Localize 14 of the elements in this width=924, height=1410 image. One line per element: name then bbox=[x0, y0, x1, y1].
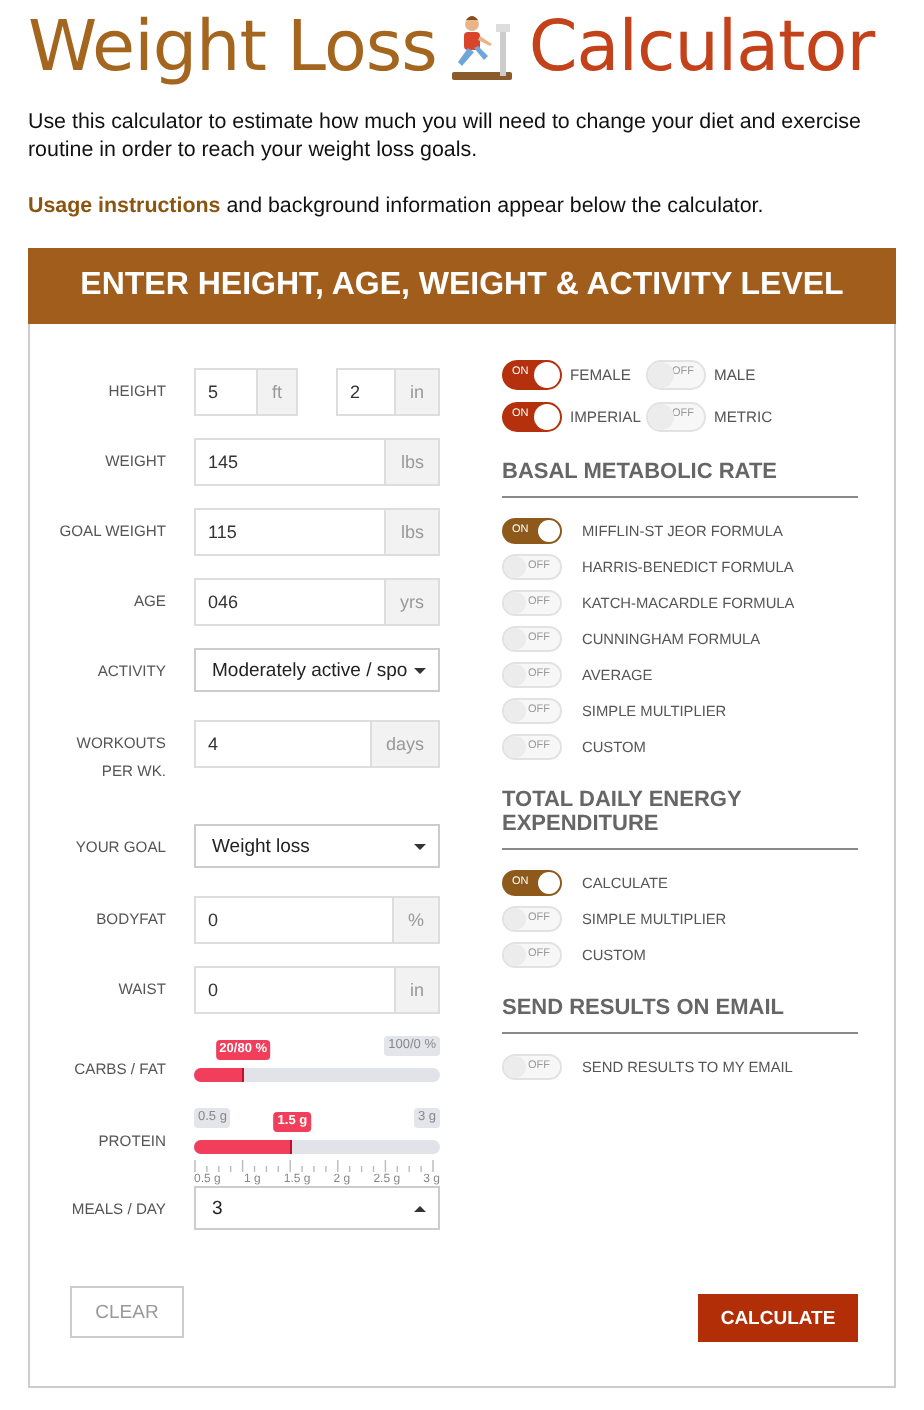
section-heading: SEND RESULTS ON EMAIL bbox=[502, 996, 858, 1034]
dropdown[interactable]: 3 bbox=[194, 1186, 440, 1230]
panel-header: ENTER HEIGHT, AGE, WEIGHT & ACTIVITY LEVEL bbox=[28, 248, 896, 324]
intro-text: Use this calculator to estimate how much you will need to change your diet and exercise routine in order to reach your weight loss goals. bbox=[28, 108, 863, 164]
title-text: Calculator bbox=[528, 8, 875, 88]
usage-text: Usage instructions and background information appear below the calculator. bbox=[28, 192, 766, 220]
usage-link[interactable]: Usage instructions bbox=[28, 194, 221, 218]
runner-treadmill-icon bbox=[448, 12, 517, 84]
title-text: Weight Loss bbox=[28, 8, 437, 88]
section-heading: BASAL METABOLIC RATE bbox=[502, 460, 858, 498]
section-heading: TOTAL DAILY ENERGY EXPENDITURE bbox=[502, 788, 858, 850]
calculate-button[interactable]: CALCULATE bbox=[698, 1294, 858, 1342]
dropdown[interactable]: Weight loss bbox=[194, 824, 440, 868]
dropdown[interactable]: Moderately active / spo bbox=[194, 648, 440, 692]
